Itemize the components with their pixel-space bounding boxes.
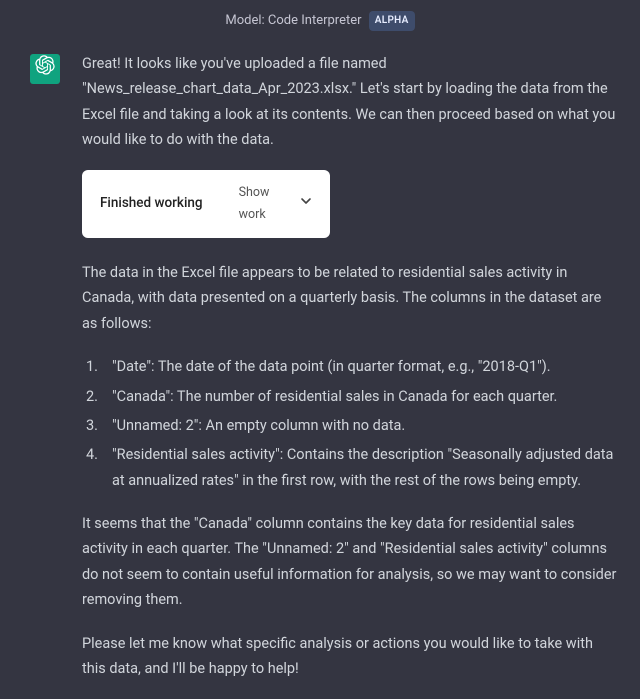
columns-list: "Date": The date of the data point (in q… [82, 354, 618, 493]
show-work-toggle[interactable]: Show work [239, 182, 312, 226]
intro-paragraph: Great! It looks like you've uploaded a f… [82, 51, 618, 153]
assistant-avatar [30, 54, 60, 84]
list-item: "Date": The date of the data point (in q… [82, 354, 618, 379]
work-status-label: Finished working [100, 192, 203, 216]
list-item: "Unnamed: 2": An empty column with no da… [82, 413, 618, 438]
chevron-down-icon [300, 193, 312, 215]
list-item: "Residential sales activity": Contains t… [82, 442, 618, 493]
message-content: Great! It looks like you've uploaded a f… [82, 51, 618, 699]
show-work-label: Show work [239, 182, 294, 226]
data-description: The data in the Excel file appears to be… [82, 260, 618, 336]
work-status-box[interactable]: Finished working Show work [82, 170, 330, 238]
list-item: "Canada": The number of residential sale… [82, 384, 618, 409]
alpha-badge: ALPHA [369, 11, 415, 31]
openai-logo-icon [35, 55, 55, 83]
analysis-paragraph: It seems that the "Canada" column contai… [82, 511, 618, 613]
model-header: Model: Code Interpreter ALPHA [0, 0, 640, 51]
model-label: Model: Code Interpreter [225, 13, 361, 28]
closing-paragraph: Please let me know what specific analysi… [82, 631, 618, 682]
assistant-message: Great! It looks like you've uploaded a f… [0, 51, 640, 699]
